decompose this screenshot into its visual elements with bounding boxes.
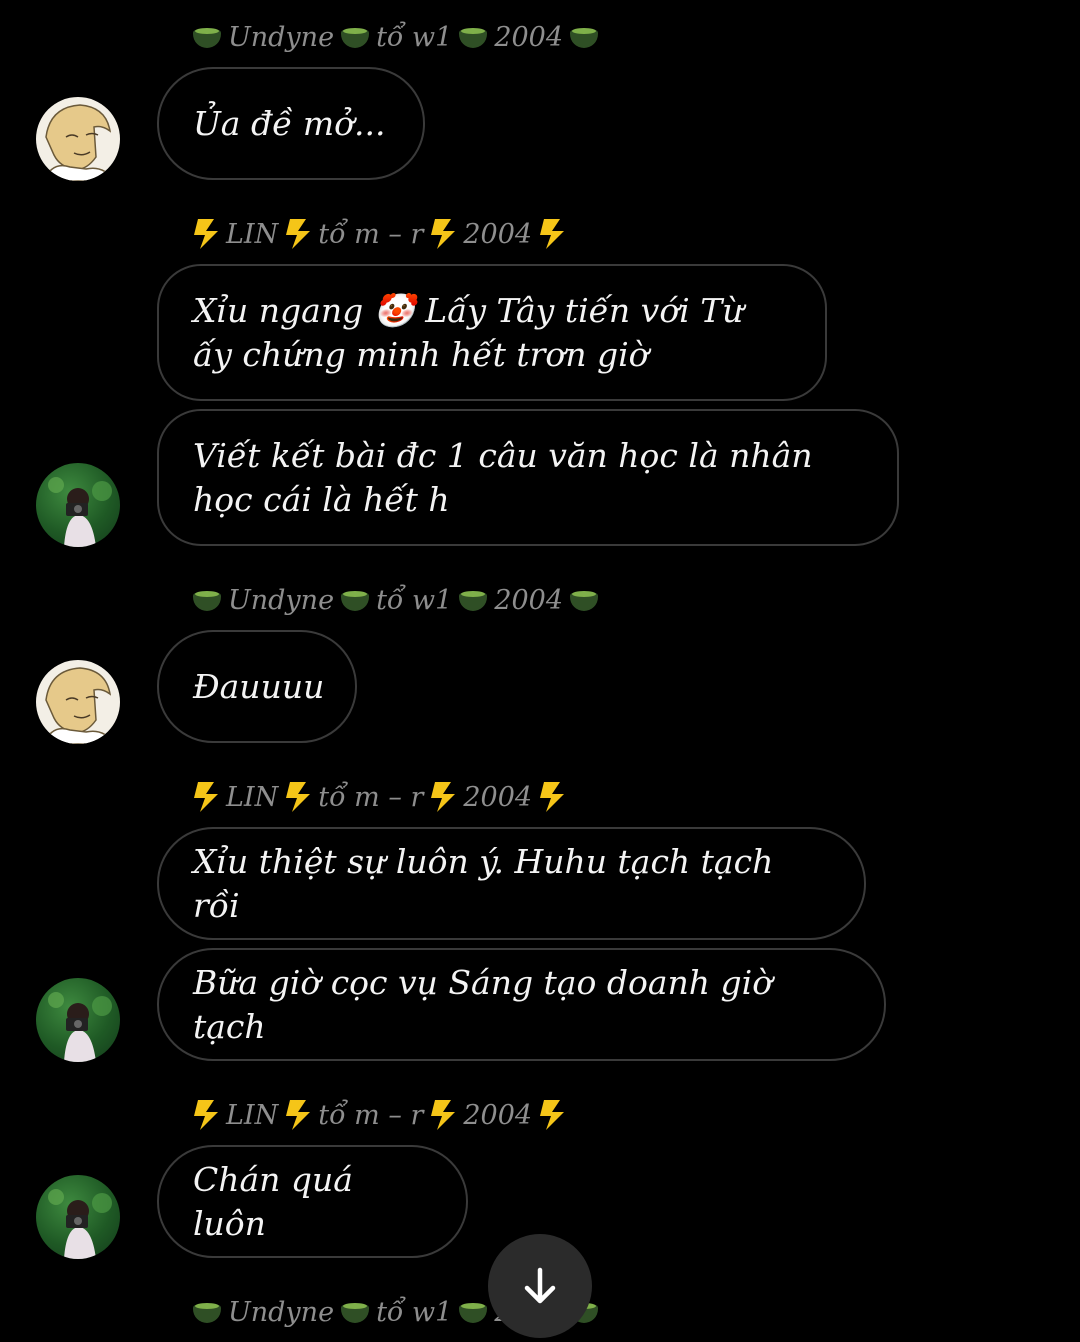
- lightning-emoji-icon: [540, 1100, 565, 1130]
- message-text: Xỉu thiệt sự luôn ý. Huhu tạch tạch rồi: [193, 841, 774, 925]
- sender-label: Undyne tổ w1 2004: [192, 580, 599, 620]
- tea-emoji-icon: [458, 25, 488, 49]
- message-text: Chán quá luôn: [193, 1159, 353, 1243]
- arrow-down-icon: [524, 1267, 556, 1304]
- sender-label: LIN tổ m – r 2004: [192, 1095, 566, 1135]
- tea-emoji-icon: [192, 1300, 222, 1324]
- message-bubble[interactable]: Bữa giờ cọc vụ Sáng tạo doanh giờ tạch: [157, 948, 886, 1061]
- lightning-emoji-icon: [540, 219, 565, 249]
- lightning-emoji-icon: [431, 1100, 456, 1130]
- avatar[interactable]: [36, 97, 120, 181]
- message-bubble[interactable]: Viết kết bài đc 1 câu văn học là nhân họ…: [157, 409, 899, 546]
- message-bubble[interactable]: Ủa đề mở...: [157, 67, 425, 180]
- sender-label: Undyne tổ w1 2004: [192, 17, 599, 57]
- sender-group: tổ m – r: [318, 781, 424, 813]
- sender-group: tổ w1: [376, 21, 453, 53]
- tea-emoji-icon: [340, 1300, 370, 1324]
- message-text: Viết kết bài đc 1 câu văn học là nhân họ…: [193, 435, 813, 519]
- tea-emoji-icon: [569, 25, 599, 49]
- sender-name: LIN: [226, 1099, 279, 1131]
- tea-emoji-icon: [192, 588, 222, 612]
- message-text: Bữa giờ cọc vụ Sáng tạo doanh giờ tạch: [193, 962, 773, 1046]
- lightning-emoji-icon: [194, 1100, 218, 1130]
- sender-group: tổ w1: [376, 584, 453, 616]
- lightning-emoji-icon: [286, 1100, 311, 1130]
- tea-emoji-icon: [569, 588, 599, 612]
- sender-name: LIN: [226, 781, 279, 813]
- tea-emoji-icon: [340, 25, 370, 49]
- sender-name: LIN: [226, 218, 279, 250]
- sender-label: LIN tổ m – r 2004: [192, 214, 566, 254]
- sender-group: tổ m – r: [318, 218, 424, 250]
- avatar[interactable]: [36, 1175, 120, 1259]
- sender-year: 2004: [463, 781, 533, 813]
- tea-emoji-icon: [458, 588, 488, 612]
- message-bubble[interactable]: Xỉu ngang 🤡 Lấy Tây tiến với Từ ấy chứng…: [157, 264, 827, 401]
- sender-group: tổ m – r: [318, 1099, 424, 1131]
- tea-emoji-icon: [192, 25, 222, 49]
- sender-group: tổ w1: [376, 1296, 453, 1328]
- lightning-emoji-icon: [431, 219, 456, 249]
- avatar[interactable]: [36, 660, 120, 744]
- tea-emoji-icon: [340, 588, 370, 612]
- lightning-emoji-icon: [286, 219, 311, 249]
- message-bubble[interactable]: Xỉu thiệt sự luôn ý. Huhu tạch tạch rồi: [157, 827, 866, 940]
- message-bubble[interactable]: Đauuuu: [157, 630, 357, 743]
- message-text: Đauuuu: [193, 666, 325, 706]
- lightning-emoji-icon: [286, 782, 311, 812]
- sender-year: 2004: [494, 584, 564, 616]
- sender-name: Undyne: [228, 1296, 335, 1328]
- lightning-emoji-icon: [194, 219, 218, 249]
- tea-emoji-icon: [458, 1300, 488, 1324]
- sender-name: Undyne: [228, 21, 335, 53]
- message-bubble[interactable]: Chán quá luôn: [157, 1145, 468, 1258]
- sender-year: 2004: [463, 1099, 533, 1131]
- lightning-emoji-icon: [194, 782, 218, 812]
- scroll-to-bottom-button[interactable]: [488, 1234, 592, 1338]
- avatar[interactable]: [36, 463, 120, 547]
- lightning-emoji-icon: [540, 782, 565, 812]
- avatar[interactable]: [36, 978, 120, 1062]
- lightning-emoji-icon: [431, 782, 456, 812]
- sender-year: 2004: [463, 218, 533, 250]
- message-text: Ủa đề mở...: [193, 103, 386, 143]
- sender-year: 2004: [494, 21, 564, 53]
- sender-label: LIN tổ m – r 2004: [192, 777, 566, 817]
- sender-name: Undyne: [228, 584, 335, 616]
- message-text: Xỉu ngang 🤡 Lấy Tây tiến với Từ ấy chứng…: [193, 290, 744, 374]
